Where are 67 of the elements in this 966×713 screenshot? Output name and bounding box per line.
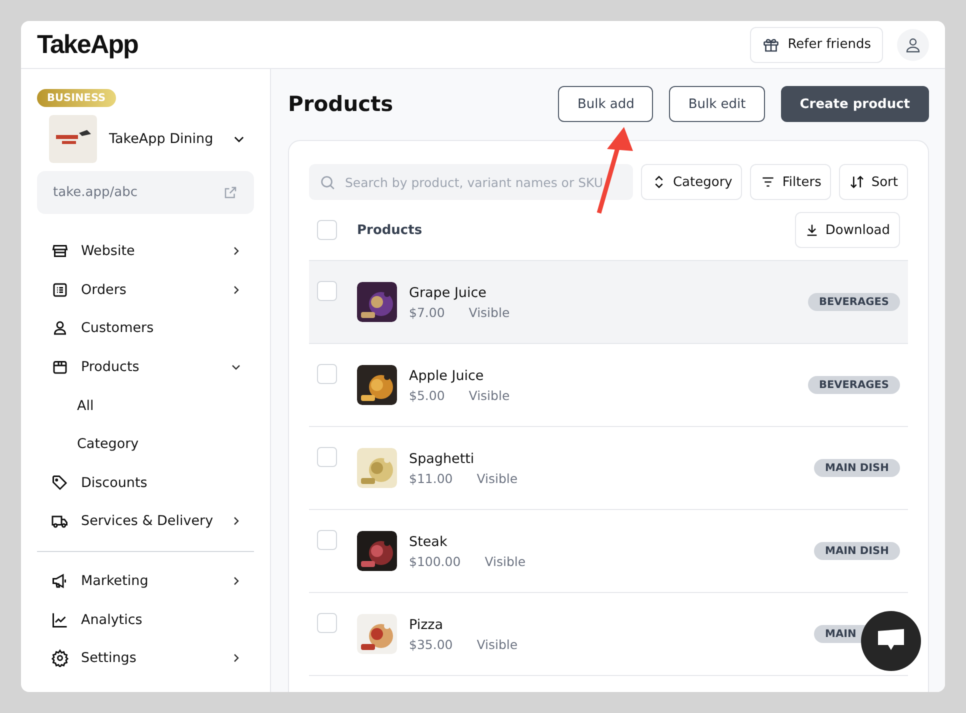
category-button[interactable]: Category	[640, 164, 742, 200]
nav-item[interactable]: Website	[37, 232, 254, 271]
megaphone-icon	[51, 572, 69, 590]
sort-icon	[849, 174, 866, 190]
page-title: Products	[288, 92, 394, 116]
row-checkbox[interactable]	[317, 613, 337, 633]
product-price: $100.00	[409, 554, 461, 568]
product-row[interactable]: Spaghetti $11.00 Visible MAIN DISH	[309, 427, 908, 510]
box-icon	[51, 358, 69, 376]
filters-button[interactable]: Filters	[750, 164, 832, 200]
visibility-status: Visible	[476, 636, 518, 652]
business-badge: BUSINESS	[37, 89, 116, 107]
app-logo: TakeApp	[37, 29, 138, 60]
row-checkbox[interactable]	[317, 281, 337, 301]
category-tag: MAIN DISH	[814, 542, 900, 560]
orders-icon	[51, 280, 69, 299]
product-row[interactable]: Apple Juice $5.00 Visible BEVERAGES	[309, 344, 908, 427]
nav-item[interactable]: Marketing	[37, 562, 254, 600]
product-price: $35.00	[409, 636, 453, 652]
product-price: $7.00	[409, 304, 445, 320]
gear-icon	[51, 649, 69, 668]
nav-item[interactable]: Customers	[37, 309, 254, 348]
product-name: Spaghetti	[409, 450, 476, 466]
external-link-icon	[223, 185, 238, 200]
category-tag: BEVERAGES	[808, 293, 900, 311]
product-name: Steak	[409, 534, 448, 550]
sort-button[interactable]: Sort	[839, 164, 908, 200]
nav-item[interactable]: Services & Delivery	[37, 502, 254, 541]
row-checkbox[interactable]	[317, 530, 337, 550]
visibility-status: Visible	[484, 554, 526, 568]
visibility-status: Visible	[468, 388, 510, 402]
nav-item[interactable]: Settings	[37, 638, 254, 678]
nav-item[interactable]: Analytics	[37, 600, 254, 639]
download-icon	[805, 223, 820, 237]
product-row[interactable]: Steak $100.00 Visible MAIN DISH	[309, 510, 908, 593]
user-icon	[51, 319, 69, 338]
action-button[interactable]: Bulk add	[558, 86, 654, 122]
nav-subitem[interactable]: Category	[37, 424, 254, 464]
download-button[interactable]: Download	[795, 212, 900, 248]
row-checkbox[interactable]	[317, 447, 337, 467]
nav-item[interactable]: Products	[37, 348, 254, 386]
refer-friends-button[interactable]: Refer friends	[750, 26, 883, 62]
account-avatar[interactable]	[897, 28, 929, 60]
product-name: Pizza	[409, 616, 444, 632]
store-link[interactable]: take.app/abc	[37, 171, 254, 214]
search-icon	[319, 174, 336, 191]
category-tag: MAIN DISH	[814, 459, 900, 477]
product-price: $11.00	[409, 470, 453, 486]
store-selector[interactable]: TakeApp Dining	[49, 115, 254, 163]
visibility-status: Visible	[468, 304, 510, 320]
product-row[interactable]: Grape Juice $7.00 Visible BEVERAGES	[309, 261, 908, 344]
nav-item[interactable]: Discounts	[37, 464, 254, 502]
row-checkbox[interactable]	[317, 364, 337, 384]
column-header: Products	[357, 222, 422, 238]
product-name: Apple Juice	[409, 368, 485, 384]
search-field[interactable]: Search by product, variant names or SKU	[309, 164, 633, 200]
product-name: Grape Juice	[409, 284, 488, 300]
create-button[interactable]: Create product	[780, 86, 929, 122]
visibility-status: Visible	[476, 470, 518, 486]
nav-item[interactable]: Orders	[37, 270, 254, 310]
chart-icon	[51, 610, 69, 629]
action-button[interactable]: Bulk edit	[669, 86, 765, 122]
product-price: $5.00	[409, 388, 445, 402]
select-all-checkbox[interactable]	[317, 220, 337, 240]
nav-subitem[interactable]: All	[37, 386, 254, 425]
tag-icon	[51, 474, 69, 492]
category-tag: BEVERAGES	[808, 376, 900, 394]
